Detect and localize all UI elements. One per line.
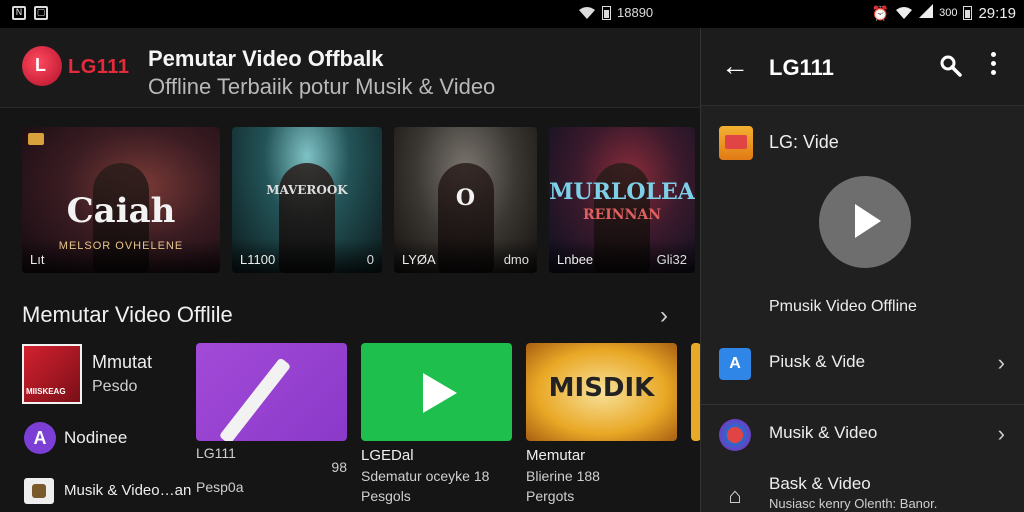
chevron-right-icon: › (997, 421, 1005, 446)
album-art-icon (22, 344, 82, 404)
thumb-label: Lıt (30, 252, 45, 267)
card-meta: 98 (331, 459, 347, 475)
thumb-meta: Gli32 (656, 252, 687, 267)
more-vert-icon[interactable] (991, 52, 997, 79)
play-button[interactable] (819, 176, 911, 268)
card-title: LGEDal (361, 447, 414, 464)
page-subtitle: Offline Terbaiik potur Musik & Video (148, 74, 496, 99)
list-item-title: Musik & Video…an (64, 482, 192, 499)
list-item-title: Mmutat (92, 352, 153, 372)
card-image-text: MISDIK (548, 373, 655, 403)
card-row: LG111 98 Pesp0a LGEDal Sdematur oceyke 1… (196, 343, 701, 504)
side-list: Mmutat Pesdo A Nodinee Musik & Video…an (22, 344, 192, 508)
drawer-item[interactable]: A Piusk & Vide › (701, 334, 1024, 394)
back-arrow-icon[interactable]: ← (721, 50, 749, 82)
search-icon[interactable] (939, 54, 963, 83)
app-letter-icon: A (24, 422, 56, 454)
chevron-right-icon: › (997, 350, 1005, 375)
app-header: LG111 Pemutar Video Offbalk Offline Terb… (0, 28, 700, 108)
thumb-label: Lnbee (557, 252, 594, 267)
app-icon (719, 126, 753, 160)
card-image (361, 343, 512, 441)
card-title: LG111 (196, 445, 236, 461)
main-panel: LG111 Pemutar Video Offbalk Offline Terb… (0, 28, 701, 512)
wifi-icon (895, 6, 913, 20)
list-item[interactable]: Musik & Video…an (22, 478, 192, 508)
card-meta: Blierine 188 (526, 468, 600, 484)
status-left-icons: N ▢ (12, 6, 48, 20)
chevron-right-icon[interactable]: › (660, 302, 668, 330)
drawer-app-name: LG: Vide (769, 132, 839, 152)
drawer-header: ← LG111 (701, 28, 1024, 106)
drawer-item-subtitle: Nusiasc kenry Olenth: Banor. (769, 496, 938, 511)
drawer-caption: Pmusik Video Offline (769, 298, 917, 315)
side-drawer: ← LG111 LG: Vide Pmusik Video Offline A … (700, 28, 1024, 512)
thumb-meta: 0 (366, 252, 374, 267)
thumb-title: MURLOLEA (549, 179, 695, 205)
drawer-item[interactable]: Musik & Video › (701, 404, 1024, 464)
gallery-icon: ▢ (34, 6, 48, 20)
media-card[interactable]: LG111 98 Pesp0a (196, 343, 347, 504)
status-bar: N ▢ 18890 ⏰ 300 29:19 (0, 0, 1024, 28)
section-title: Memutar Video Offlile (22, 302, 233, 327)
list-item-subtitle: Pesdo (92, 378, 138, 395)
thumb-title-2: REINNAN (582, 207, 662, 223)
play-icon (423, 373, 457, 413)
drawer-title: LG111 (769, 55, 834, 80)
thumb-title: MAVEROOK (266, 183, 348, 197)
drawer-item[interactable]: ⌂ Bask & Video Nusiasc kenry Olenth: Ban… (701, 466, 1024, 512)
pin-icon: A (719, 348, 751, 380)
status-mid-text: 18890 (617, 5, 654, 20)
card-image: MISDIK (526, 343, 677, 441)
drawer-item-label: Bask & Video (769, 474, 871, 493)
list-item-title: Nodinee (64, 428, 128, 447)
thumb-label: L1100 (240, 252, 276, 267)
guitar-icon (218, 357, 292, 441)
featured-video-3[interactable]: O LYØA dmo (394, 127, 537, 273)
featured-row: Caiah MELSOR OVHELENE Lıt MAVEROOK L1100… (22, 127, 695, 273)
list-item[interactable]: A Nodinee (22, 422, 192, 478)
status-percent: 300 (939, 7, 958, 19)
thumb-label: LYØA (402, 252, 436, 267)
thumb-title: Caiah (66, 191, 176, 231)
status-mid: 18890 (578, 5, 653, 20)
box-icon (24, 478, 54, 504)
featured-video-2[interactable]: MAVEROOK L1100 0 (232, 127, 382, 273)
status-time: 29:19 (978, 4, 1016, 22)
battery-icon (963, 6, 973, 20)
badge-icon (28, 133, 44, 145)
lg-logo-icon[interactable] (22, 46, 62, 86)
drawer-item-label: Piusk & Vide (769, 352, 866, 371)
list-item[interactable]: Mmutat Pesdo (22, 344, 192, 410)
hanger-icon: ⌂ (728, 483, 742, 508)
wifi-icon (578, 6, 596, 20)
brand-name: LG111 (68, 56, 130, 78)
signal-icon (919, 4, 934, 22)
thumb-subtitle: MELSOR OVHELENE (58, 240, 184, 252)
status-right: ⏰ 300 29:19 (872, 4, 1016, 22)
card-subtitle: Pergots (526, 488, 575, 504)
card-meta: Sdematur oceyke 18 (361, 468, 490, 484)
notification-icon: N (12, 6, 26, 20)
media-card[interactable]: LGEDal Sdematur oceyke 18 Pesgols (361, 343, 512, 504)
card-subtitle: Pesgols (361, 488, 411, 504)
card-title: Memutar (526, 447, 586, 464)
drawer-item-label: Musik & Video (769, 423, 878, 442)
card-subtitle: Pesp0a (196, 479, 244, 495)
thumb-title: O (455, 185, 476, 211)
featured-video-4[interactable]: MURLOLEA REINNAN Lnbee Gli32 (549, 127, 695, 273)
page-title: Pemutar Video Offbalk (148, 46, 384, 71)
featured-video-1[interactable]: Caiah MELSOR OVHELENE Lıt (22, 127, 220, 273)
battery-icon (602, 5, 611, 20)
thumb-meta: dmo (503, 252, 529, 267)
disc-icon (719, 419, 751, 451)
media-card[interactable]: MISDIK Memutar Blierine 188 Pergots (526, 343, 677, 504)
card-image (196, 343, 347, 441)
alarm-icon: ⏰ (871, 4, 890, 21)
